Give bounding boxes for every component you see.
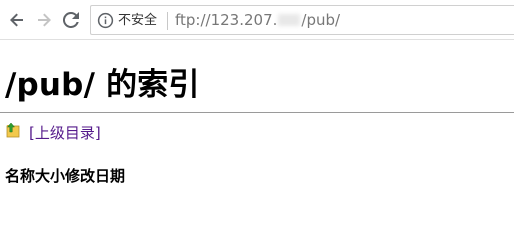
forward-button[interactable] (33, 9, 55, 31)
url-path: /pub/ (301, 11, 341, 29)
back-arrow-icon (10, 13, 23, 27)
info-circle-icon[interactable] (97, 12, 114, 29)
divider (0, 112, 514, 113)
omnibox-divider (167, 12, 168, 30)
listing-table-header: 名称 大小 修改日期 (5, 167, 125, 186)
forward-arrow-icon (38, 13, 51, 27)
reload-button[interactable] (60, 9, 82, 31)
address-bar[interactable]: 不安全 ftp://123.207. /pub/ (90, 5, 514, 35)
url-text[interactable]: ftp://123.207. /pub/ (175, 11, 340, 30)
url-host: ftp://123.207. (175, 11, 278, 29)
browser-toolbar: 不安全 ftp://123.207. /pub/ (0, 0, 514, 40)
directory-listing-page: /pub/ 的索引 [上级目录] 名称 大小 修改日期 (0, 40, 514, 221)
folder-up-icon[interactable] (5, 122, 21, 138)
back-button[interactable] (6, 9, 28, 31)
parent-directory-link[interactable]: [上级目录] (29, 124, 101, 143)
reload-icon (63, 12, 79, 28)
security-status-label[interactable]: 不安全 (118, 12, 157, 29)
column-header-modified[interactable]: 修改日期 (65, 167, 125, 186)
page-title: /pub/ 的索引 (5, 67, 200, 103)
column-header-name[interactable]: 名称 (5, 167, 35, 186)
url-redacted-segment (278, 14, 301, 26)
column-header-size[interactable]: 大小 (35, 167, 65, 186)
